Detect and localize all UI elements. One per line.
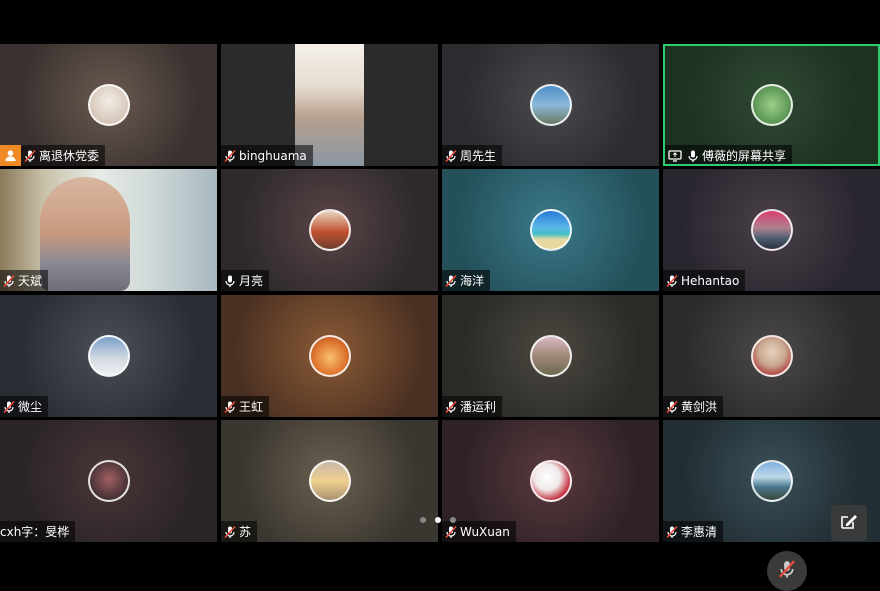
participant-name: 月亮 (239, 274, 264, 288)
name-label: 苏 (221, 521, 258, 542)
participant-name: 潘运利 (460, 400, 497, 414)
participant-tile[interactable]: 天斌 (0, 169, 217, 291)
mic-icon (223, 274, 237, 288)
name-label: 微尘 (0, 396, 49, 417)
participant-name: Hehantao (681, 273, 740, 288)
participant-name: 天斌 (18, 274, 43, 288)
mic-muted-icon (223, 525, 237, 539)
participant-name: 苏 (239, 525, 252, 539)
page-dot-current[interactable] (435, 517, 441, 523)
person-icon (0, 145, 21, 166)
participant-tile[interactable]: 潘运利 (442, 295, 659, 417)
name-label: 月亮 (221, 270, 270, 291)
participant-tile-active[interactable]: 傅薇的屏幕共享 (663, 44, 880, 166)
avatar (750, 460, 793, 502)
screen-share-icon (668, 149, 682, 163)
avatar (87, 335, 130, 377)
video-grid: 离退休党委 binghuama 周先生 傅薇的屏幕共享 天斌 月亮 海洋 Heh… (0, 44, 880, 544)
name-label: 王虹 (221, 396, 270, 417)
name-label: 潘运利 (442, 396, 503, 417)
annotate-icon (838, 510, 860, 536)
page-indicator[interactable] (420, 517, 456, 523)
participant-tile[interactable]: 微尘 (0, 295, 217, 417)
avatar (529, 460, 572, 502)
avatar (750, 209, 793, 251)
mic-muted-icon (223, 400, 237, 414)
mute-button[interactable] (767, 551, 807, 591)
participant-tile[interactable]: 苏 (221, 420, 438, 542)
participant-name: WuXuan (460, 524, 510, 539)
person-silhouette (40, 177, 130, 291)
name-label: 李惠清 (663, 521, 724, 542)
participant-tile[interactable]: 黄剑洪 (663, 295, 880, 417)
name-label: cxh字：旻桦 (0, 521, 76, 542)
participant-tile[interactable]: 海洋 (442, 169, 659, 291)
participant-name: 周先生 (460, 149, 497, 163)
participant-name: cxh字：旻桦 (0, 525, 70, 539)
participant-name: 黄剑洪 (681, 400, 718, 414)
avatar (308, 460, 351, 502)
participant-name: 微尘 (18, 400, 43, 414)
participant-name: 离退休党委 (39, 149, 100, 163)
mic-muted-icon (223, 149, 237, 163)
mic-muted-icon (777, 559, 797, 583)
mic-muted-icon (23, 149, 37, 163)
name-label: 傅薇的屏幕共享 (665, 145, 793, 164)
mic-icon (686, 149, 700, 163)
mic-muted-icon (444, 400, 458, 414)
name-label: 海洋 (442, 270, 491, 291)
name-label: 天斌 (0, 270, 49, 291)
page-dot[interactable] (420, 517, 426, 523)
mic-muted-icon (444, 274, 458, 288)
mic-muted-icon (665, 274, 679, 288)
participant-tile[interactable]: 王虹 (221, 295, 438, 417)
mic-muted-icon (444, 149, 458, 163)
name-label: 周先生 (442, 145, 503, 166)
participant-tile[interactable]: 离退休党委 (0, 44, 217, 166)
participant-tile[interactable]: 月亮 (221, 169, 438, 291)
participant-tile[interactable]: cxh字：旻桦 (0, 420, 217, 542)
avatar (750, 335, 793, 377)
avatar (529, 84, 572, 126)
page-dot[interactable] (450, 517, 456, 523)
participant-tile[interactable]: WuXuan (442, 420, 659, 542)
avatar (529, 335, 572, 377)
avatar (529, 209, 572, 251)
name-label: binghuama (221, 145, 313, 166)
participant-name: 海洋 (460, 274, 485, 288)
participant-name: 王虹 (239, 400, 264, 414)
avatar (87, 84, 130, 126)
participant-tile[interactable]: Hehantao (663, 169, 880, 291)
mic-muted-icon (665, 400, 679, 414)
name-label: 黄剑洪 (663, 396, 724, 417)
mic-muted-icon (2, 400, 16, 414)
participant-name: 傅薇的屏幕共享 (702, 149, 787, 163)
avatar (308, 209, 351, 251)
mic-muted-icon (665, 525, 679, 539)
avatar (87, 460, 130, 502)
participant-tile[interactable]: binghuama (221, 44, 438, 166)
participant-name: binghuama (239, 148, 307, 163)
name-label: WuXuan (442, 521, 516, 542)
name-label: Hehantao (663, 270, 746, 291)
avatar (750, 84, 793, 126)
avatar (308, 335, 351, 377)
annotate-button[interactable] (831, 505, 867, 541)
participant-tile[interactable]: 周先生 (442, 44, 659, 166)
mic-muted-icon (2, 274, 16, 288)
mic-muted-icon (444, 525, 458, 539)
participant-name: 李惠清 (681, 525, 718, 539)
name-label: 离退休党委 (0, 145, 106, 166)
